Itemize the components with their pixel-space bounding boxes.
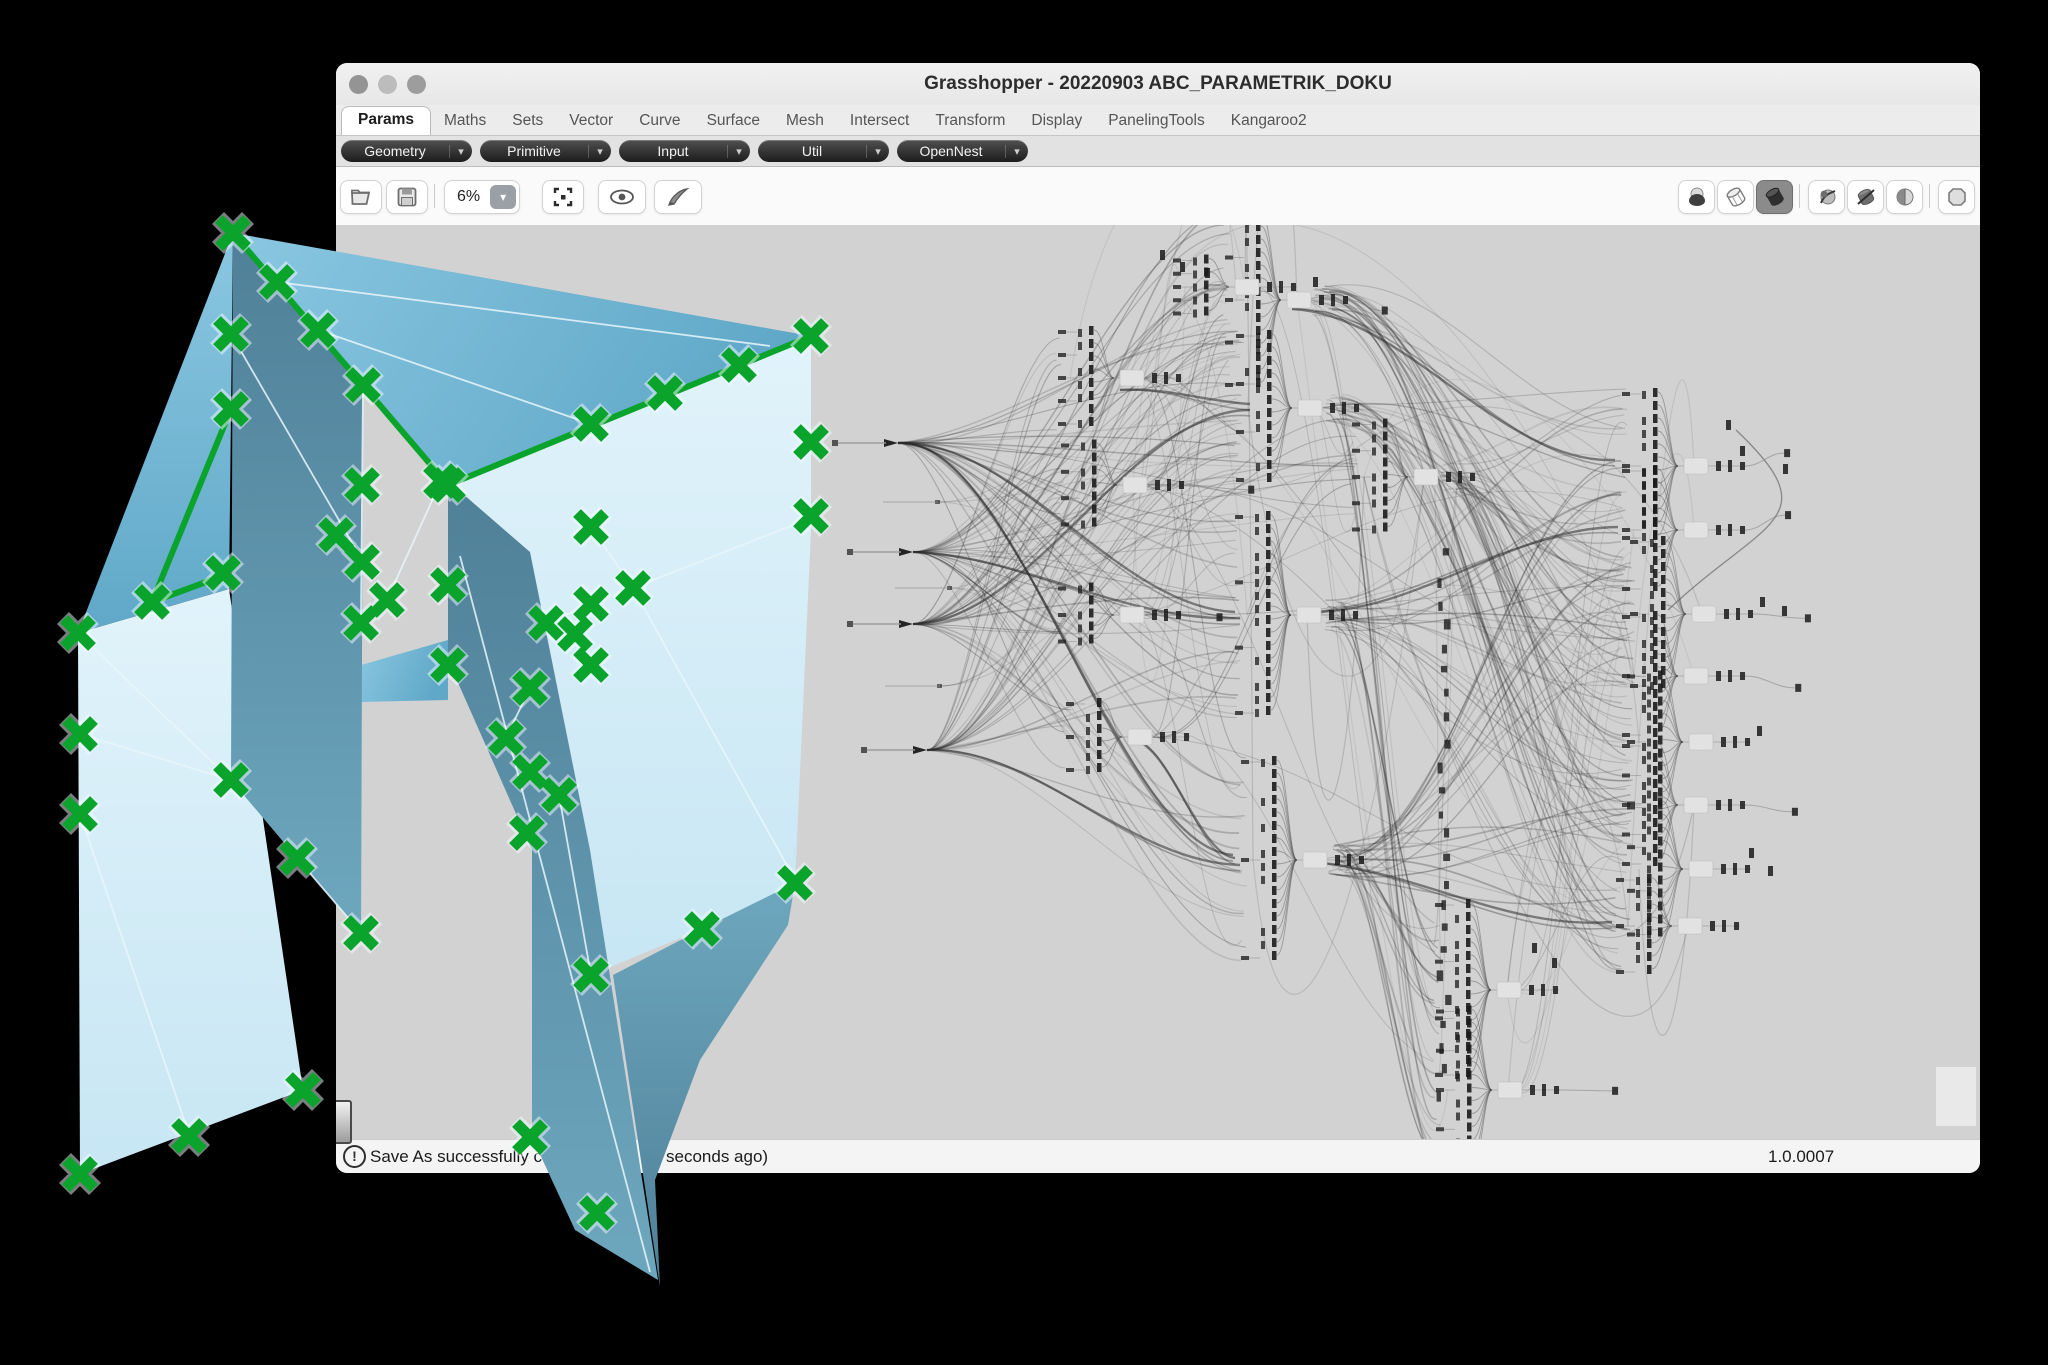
selected-edge [152, 575, 225, 602]
dropdown-util[interactable]: Util▾ [758, 140, 889, 162]
selected-no-preview-icon [1815, 185, 1839, 209]
preview-visibility-button[interactable] [598, 180, 646, 214]
zoom-extents-button[interactable] [542, 180, 584, 214]
chevron-down-icon: ▾ [449, 145, 472, 158]
zoom-level-control[interactable]: 6% ▾ [444, 180, 520, 214]
tab-strip: ParamsMathsSetsVectorCurveSurfaceMeshInt… [336, 105, 1980, 135]
wireframe-preview-icon [1724, 185, 1748, 209]
chevron-down-icon: ▾ [866, 145, 889, 158]
toolbar-separator [434, 184, 435, 208]
toolbar-separator [1799, 184, 1800, 208]
canvas-corner-widget[interactable] [1936, 1067, 1976, 1126]
panel-toggle-handle[interactable] [336, 1100, 352, 1144]
shaded-preview-button[interactable] [1756, 180, 1793, 214]
tab-panelingtools[interactable]: PanelingTools [1095, 108, 1218, 135]
gh-canvas[interactable] [336, 225, 1980, 1140]
tab-display[interactable]: Display [1018, 108, 1095, 135]
tab-kangaroo2[interactable]: Kangaroo2 [1218, 108, 1320, 135]
tab-curve[interactable]: Curve [626, 108, 693, 135]
category-dropdowns: Geometry▾Primitive▾Input▾Util▾OpenNest▾ [336, 135, 1980, 167]
sketch-brush-icon [665, 185, 691, 209]
open-file-button[interactable] [340, 180, 382, 214]
status-message: Save As successfully co [370, 1140, 551, 1173]
dropdown-label: Util [758, 143, 866, 159]
dropdown-geometry[interactable]: Geometry▾ [341, 140, 472, 162]
dropdown-opennest[interactable]: OpenNest▾ [897, 140, 1028, 162]
no-preview-button[interactable] [1678, 180, 1715, 214]
tab-vector[interactable]: Vector [556, 108, 626, 135]
no-preview-icon [1685, 185, 1709, 209]
dropdown-label: Geometry [341, 143, 449, 159]
status-message-tail: seconds ago) [666, 1140, 768, 1173]
canvas-toolbar: 6% ▾ [336, 167, 1980, 226]
sketch-tool-button[interactable] [654, 180, 702, 214]
zoom-level-value: 6% [445, 188, 490, 206]
selected-shaded-preview-icon [1893, 185, 1917, 209]
wireframe-preview-button[interactable] [1717, 180, 1754, 214]
tab-mesh[interactable]: Mesh [773, 108, 837, 135]
save-icon [395, 185, 419, 209]
preview-quality-icon [1945, 185, 1969, 209]
window-title: Grasshopper - 20220903 ABC_PARAMETRIK_DO… [336, 63, 1980, 105]
dropdown-label: Input [619, 143, 727, 159]
dropdown-input[interactable]: Input▾ [619, 140, 750, 162]
status-info-icon: ! [343, 1145, 366, 1168]
selected-wireframe-preview-icon [1854, 185, 1878, 209]
dropdown-primitive[interactable]: Primitive▾ [480, 140, 611, 162]
preview-quality-button[interactable] [1938, 180, 1975, 214]
open-folder-icon [349, 185, 373, 209]
save-file-button[interactable] [386, 180, 428, 214]
tab-maths[interactable]: Maths [431, 108, 499, 135]
window-titlebar: Grasshopper - 20220903 ABC_PARAMETRIK_DO… [336, 63, 1980, 106]
screen: { "window": { "title": "Grasshopper - 20… [0, 0, 2048, 1365]
zoom-extents-icon [551, 185, 575, 209]
chevron-down-icon: ▾ [1005, 145, 1028, 158]
node-graph [336, 225, 1980, 1140]
mesh-face-left-triangle [78, 233, 233, 633]
dropdown-label: Primitive [480, 143, 588, 159]
shaded-preview-icon [1763, 185, 1787, 209]
chevron-down-icon[interactable]: ▾ [490, 185, 516, 209]
dropdown-label: OpenNest [897, 143, 1005, 159]
tab-transform[interactable]: Transform [922, 108, 1018, 135]
chevron-down-icon: ▾ [727, 145, 750, 158]
chevron-down-icon: ▾ [588, 145, 611, 158]
tab-intersect[interactable]: Intersect [837, 108, 922, 135]
tab-params[interactable]: Params [341, 106, 431, 135]
selected-no-preview-button[interactable] [1808, 180, 1845, 214]
selected-wireframe-preview-button[interactable] [1847, 180, 1884, 214]
version-label: 1.0.0007 [1768, 1140, 1834, 1173]
tab-sets[interactable]: Sets [499, 108, 556, 135]
tab-surface[interactable]: Surface [694, 108, 773, 135]
mesh-face-left-panel [78, 589, 303, 1174]
selected-shaded-preview-button[interactable] [1886, 180, 1923, 214]
selected-edge [152, 409, 231, 602]
toolbar-separator [1929, 184, 1930, 208]
eye-icon [608, 186, 636, 208]
grasshopper-window: Grasshopper - 20220903 ABC_PARAMETRIK_DO… [336, 63, 1980, 1173]
status-bar: ! Save As successfully co seconds ago) 1… [336, 1139, 1980, 1173]
